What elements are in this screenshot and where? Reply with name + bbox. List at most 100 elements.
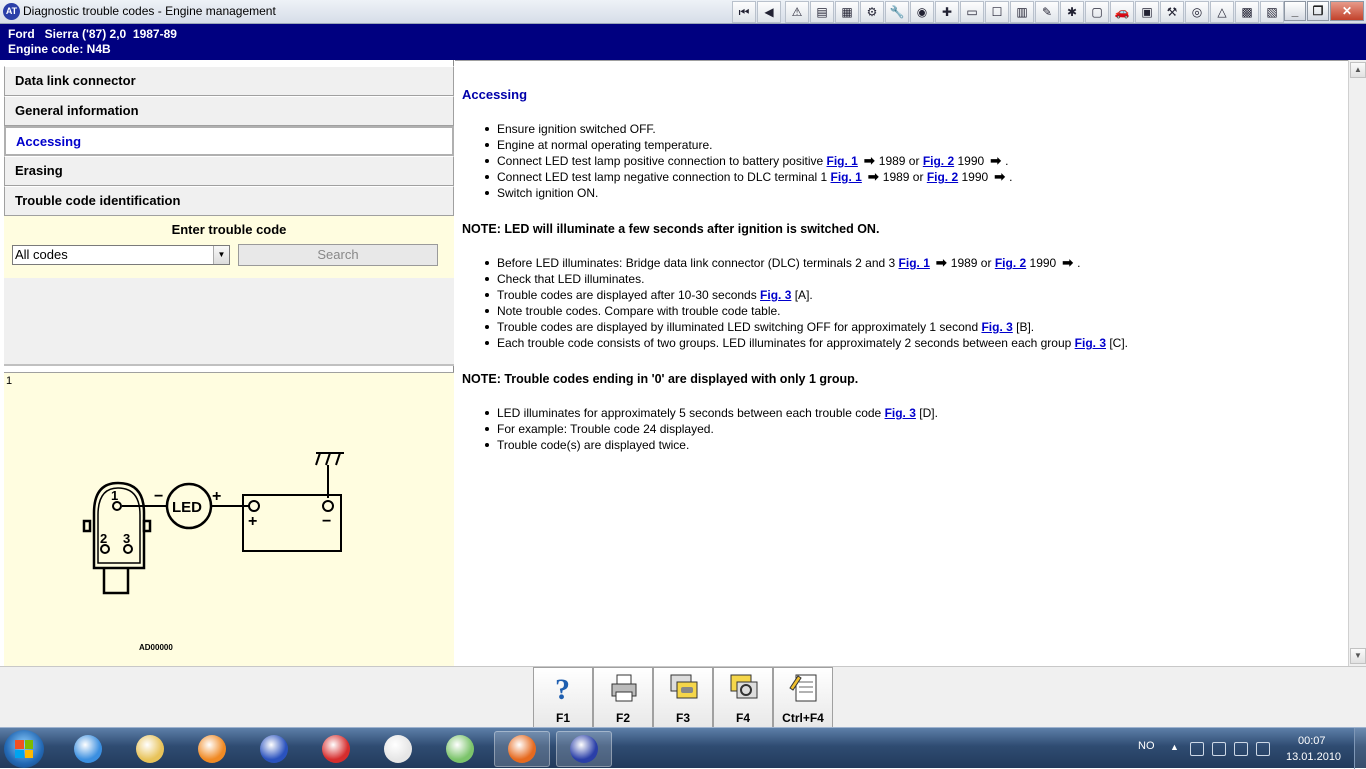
lift-icon[interactable]: ▥ (1010, 1, 1034, 23)
taskbar-folder[interactable] (122, 731, 178, 767)
gauge-icon[interactable]: ◉ (910, 1, 934, 23)
tyre-icon[interactable]: ◎ (1185, 1, 1209, 23)
trouble-code-search: Enter trouble code All codes ▼ Search (4, 216, 454, 278)
figure-link[interactable]: Fig. 3 (1075, 336, 1106, 350)
windows-logo-icon (15, 740, 33, 758)
led-minus: − (154, 488, 163, 505)
bug-icon[interactable]: ✱ (1060, 1, 1084, 23)
steps-list-1: Ensure ignition switched OFF. Engine at n… (462, 121, 1342, 201)
taskbar-ie[interactable] (60, 731, 116, 767)
chevron-down-icon[interactable]: ▼ (213, 246, 229, 264)
start-button[interactable] (4, 730, 44, 768)
arrow-right-icon: ➡ (1062, 255, 1074, 270)
document-icon[interactable]: ▤ (810, 1, 834, 23)
nav-item-general-information[interactable]: General information (4, 96, 454, 126)
first-page-icon[interactable]: ⏮ (732, 1, 756, 23)
chart-icon[interactable]: ▦ (835, 1, 859, 23)
warning-icon[interactable]: ⚠ (785, 1, 809, 23)
taskbar-app[interactable] (556, 731, 612, 767)
triangle-icon[interactable]: △ (1210, 1, 1234, 23)
language-indicator[interactable]: NO (1138, 740, 1155, 752)
taskbar-pin[interactable] (308, 731, 364, 767)
note-icon[interactable]: ▧ (1260, 1, 1284, 23)
figure-link[interactable]: Fig. 3 (885, 406, 916, 420)
app-icon[interactable]: AT (3, 3, 20, 20)
scroll-down-icon[interactable]: ▼ (1350, 648, 1366, 664)
check-icon[interactable]: ☐ (985, 1, 1009, 23)
vehicle-model: Ford Sierra ('87) 2,0 1987-89 (8, 27, 177, 41)
nav-item-accessing[interactable]: Accessing (4, 126, 454, 156)
search-button[interactable]: Search (238, 244, 438, 266)
step-suffix: [C]. (1106, 336, 1129, 350)
figure-link[interactable]: Fig. 2 (927, 170, 958, 184)
clock-date[interactable]: 13.01.2010 (1286, 751, 1341, 763)
help-icon: ? (555, 673, 570, 704)
year-text: 1989 or (882, 170, 924, 184)
wrench-icon[interactable]: 🔧 (885, 1, 909, 23)
close-button[interactable]: ✕ (1330, 1, 1364, 21)
arrow-right-icon: ➡ (994, 169, 1006, 184)
van-icon[interactable]: ▩ (1235, 1, 1259, 23)
figure-link[interactable]: Fig. 2 (995, 256, 1026, 270)
media-player-icon (198, 735, 226, 763)
led-label: LED (172, 499, 202, 516)
arrow-right-icon: ➡ (867, 169, 879, 184)
function-key-f1[interactable]: ? F1 (533, 667, 593, 728)
toolbar: ⏮ ◀ ⚠ ▤ ▦ ⚙ 🔧 ◉ ✚ ▭ ☐ ▥ ✎ ✱ ▢ 🚗 ▣ ⚒ ◎ △ ▩ ▧ (732, 1, 1284, 23)
function-key-label: F2 (615, 711, 630, 725)
page-icon[interactable]: ▢ (1085, 1, 1109, 23)
nav-item-erasing[interactable]: Erasing (4, 156, 454, 186)
content-scrollbar[interactable]: ▲ ▼ (1348, 60, 1366, 666)
function-key-f3[interactable]: F3 (653, 667, 713, 728)
scroll-up-icon[interactable]: ▲ (1350, 62, 1366, 78)
component-icon[interactable]: ✚ (935, 1, 959, 23)
taskbar-media-player[interactable] (184, 731, 240, 767)
show-desktop-button[interactable] (1354, 728, 1366, 769)
battery-tray-icon[interactable] (1212, 742, 1226, 756)
figure-link[interactable]: Fig. 1 (899, 256, 930, 270)
car-icon[interactable]: 🚗 (1110, 1, 1134, 23)
step-text: Connect LED test lamp positive connectio… (497, 154, 827, 168)
step-text: Switch ignition ON. (497, 186, 599, 200)
clock-time[interactable]: 00:07 (1298, 735, 1326, 747)
function-key-f4[interactable]: F4 (713, 667, 773, 728)
figure-link[interactable]: Fig. 3 (760, 288, 791, 302)
engine-code: Engine code: N4B (8, 42, 111, 56)
trouble-code-select[interactable]: All codes ▼ (12, 245, 230, 265)
list-item: Connect LED test lamp negative connectio… (485, 169, 1342, 185)
figure-link[interactable]: Fig. 2 (923, 154, 954, 168)
tool-icon[interactable]: ✎ (1035, 1, 1059, 23)
year-text: 1990 (957, 154, 985, 168)
minimize-button[interactable]: _ (1284, 1, 1306, 21)
pin-3-label: 3 (123, 531, 130, 546)
step-text: LED illuminates for approximately 5 seco… (497, 406, 885, 420)
taskbar-firefox[interactable] (494, 731, 550, 767)
function-key-ctrl-f4[interactable]: Ctrl+F4 (773, 667, 833, 728)
maximize-button[interactable]: ❐ (1307, 1, 1329, 21)
volume-icon[interactable] (1256, 742, 1270, 756)
vehicle-header: Ford Sierra ('87) 2,0 1987-89 Engine cod… (0, 24, 1366, 60)
network-icon[interactable] (1234, 742, 1248, 756)
taskbar-people[interactable] (432, 731, 488, 767)
figure-link[interactable]: Fig. 3 (981, 320, 1012, 334)
svg-text:?: ? (555, 673, 570, 704)
nav-item-data-link-connector[interactable]: Data link connector (4, 66, 454, 96)
battery-icon[interactable]: ▭ (960, 1, 984, 23)
figure-link[interactable]: Fig. 1 (827, 154, 858, 168)
show-hidden-icons-icon[interactable]: ▲ (1170, 742, 1184, 756)
left-panel: Data link connector General information Ac… (0, 60, 454, 666)
service-icon[interactable]: ⚒ (1160, 1, 1184, 23)
taskbar-clock[interactable] (370, 731, 426, 767)
figure-link[interactable]: Fig. 1 (831, 170, 862, 184)
content-heading: Accessing (462, 87, 528, 102)
pin-icon (322, 735, 350, 763)
camera-icon[interactable]: ▣ (1135, 1, 1159, 23)
taskbar-user[interactable] (246, 731, 302, 767)
flag-icon[interactable] (1190, 742, 1204, 756)
search-title: Enter trouble code (171, 222, 287, 237)
nav-item-trouble-code-identification[interactable]: Trouble code identification (4, 186, 454, 216)
list-item: Check that LED illuminates. (485, 271, 1342, 287)
function-key-f2[interactable]: F2 (593, 667, 653, 728)
previous-page-icon[interactable]: ◀ (757, 1, 781, 23)
gear-icon[interactable]: ⚙ (860, 1, 884, 23)
